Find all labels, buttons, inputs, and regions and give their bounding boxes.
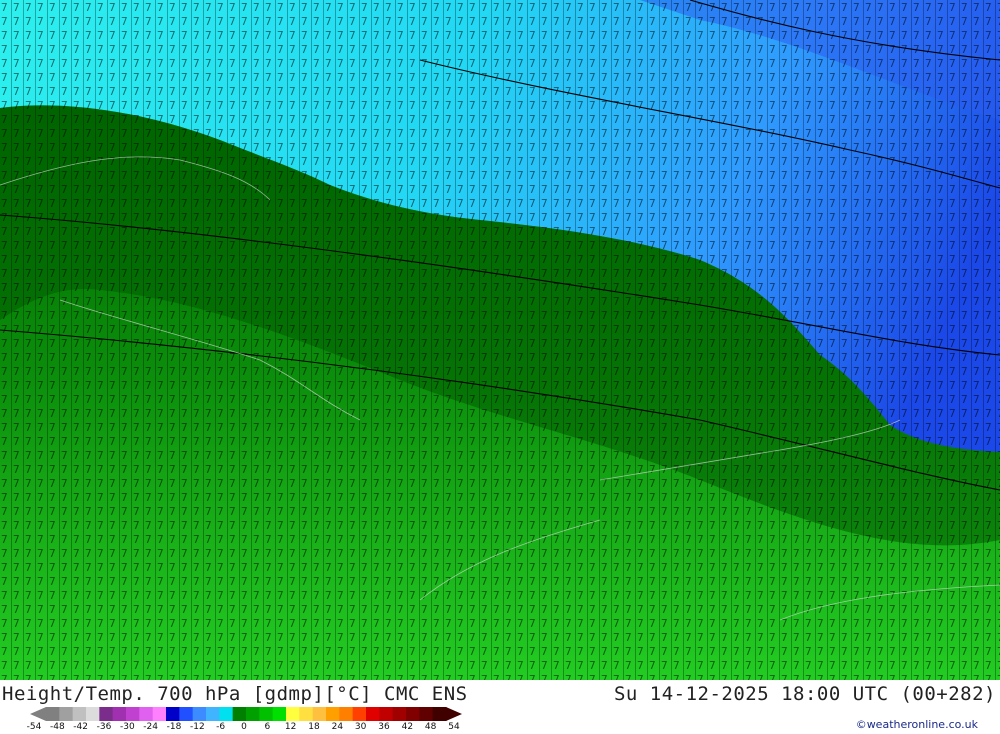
- scale-swatch: [286, 707, 300, 721]
- scale-tick-label: -12: [189, 722, 205, 732]
- scale-swatch: [352, 707, 367, 721]
- scale-swatch: [312, 707, 327, 721]
- scale-tick-label: -30: [119, 722, 135, 732]
- scale-tick-label: 12: [284, 722, 297, 732]
- scale-swatch: [232, 707, 247, 721]
- scale-swatch: [126, 707, 140, 721]
- scale-swatch: [432, 707, 447, 721]
- scale-swatch: [259, 707, 274, 721]
- scale-swatch: [86, 707, 100, 721]
- color-scale-bar: [30, 706, 462, 721]
- scale-swatch: [179, 707, 194, 721]
- color-scale-labels: -54 -48 -42 -36 -30 -24 -18 -12 -6 0 6 12 18 24 30 36 42…: [27, 722, 464, 734]
- scale-tick-label: 30: [354, 722, 367, 732]
- contour-label-field: [0, 0, 1000, 680]
- scale-swatch: [72, 707, 87, 721]
- scale-swatch: [152, 707, 167, 721]
- credit-link[interactable]: ©weatheronline.co.uk: [856, 718, 978, 731]
- scale-swatch: [379, 707, 394, 721]
- scale-tick-label: 54: [448, 722, 460, 732]
- scale-tick-label: -6: [216, 722, 226, 732]
- scale-tick-label: 42: [401, 722, 414, 732]
- scale-swatch: [112, 707, 127, 721]
- scale-tick-label: -18: [166, 722, 182, 732]
- scale-swatch: [59, 707, 74, 721]
- scale-swatch: [339, 707, 354, 721]
- scale-arrow-right: [446, 707, 462, 721]
- scale-tick-label: -36: [96, 722, 112, 732]
- scale-swatch: [366, 707, 380, 721]
- scale-tick-label: -48: [49, 722, 65, 732]
- valid-time: Su 14-12-2025 18:00 UTC (00+282): [613, 683, 996, 705]
- scale-swatch: [206, 707, 220, 721]
- scale-tick-label: -42: [73, 722, 89, 732]
- scale-tick-label: 0: [241, 722, 247, 732]
- scale-tick-label: -54: [26, 722, 42, 732]
- scale-tick-label: 24: [331, 722, 344, 732]
- scale-swatch: [246, 707, 260, 721]
- scale-swatch: [299, 707, 314, 721]
- scale-swatch: [419, 707, 434, 721]
- scale-tick-label: 48: [424, 722, 437, 732]
- scale-tick-label: 36: [378, 722, 390, 732]
- scale-swatch: [406, 707, 420, 721]
- scale-arrow-left: [30, 707, 46, 721]
- scale-swatch: [192, 707, 207, 721]
- weather-map: 7: [0, 0, 1000, 680]
- scale-swatch: [139, 707, 154, 721]
- scale-tick-label: 18: [308, 722, 320, 732]
- legend-footer: Height/Temp. 700 hPa [gdmp][°C] CMC ENS …: [0, 680, 1000, 733]
- scale-tick-label: -24: [143, 722, 159, 732]
- scale-swatch: [392, 707, 407, 721]
- scale-swatch: [219, 707, 234, 721]
- scale-swatch: [326, 707, 340, 721]
- scale-swatch: [272, 707, 287, 721]
- scale-swatch: [46, 707, 60, 721]
- scale-tick-label: 6: [264, 722, 271, 732]
- chart-title: Height/Temp. 700 hPa [gdmp][°C] CMC ENS: [2, 683, 468, 705]
- scale-swatch: [166, 707, 180, 721]
- scale-swatch: [99, 707, 114, 721]
